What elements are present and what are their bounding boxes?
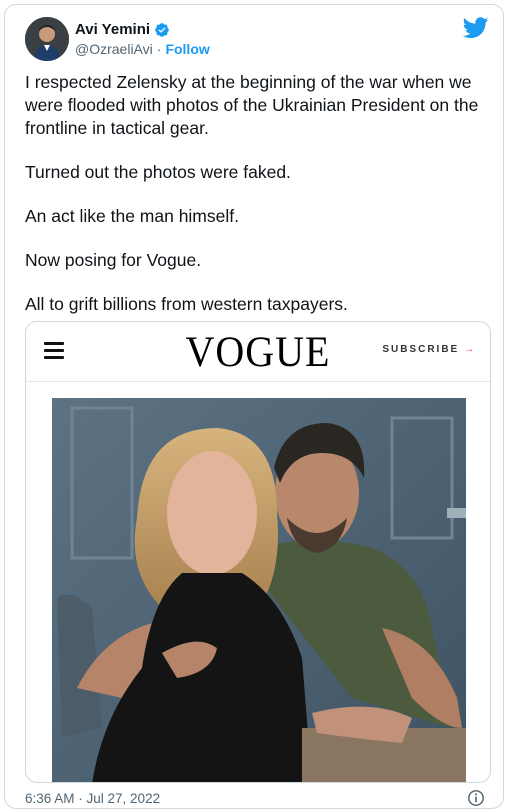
tweet-timestamp[interactable]: 6:36 AM · Jul 27, 2022	[25, 791, 160, 806]
tweet-paragraph: Now posing for Vogue.	[25, 250, 202, 270]
author-avatar[interactable]	[25, 17, 69, 61]
verified-badge-icon	[155, 22, 169, 37]
subscribe-label: SUBSCRIBE	[382, 344, 460, 355]
arrow-right-icon: →	[464, 344, 474, 355]
tweet-paragraph: An act like the man himself.	[25, 206, 239, 226]
author-handle[interactable]: @OzraeliAvi	[75, 41, 153, 57]
tweet-paragraph: All to grift billions from western taxpa…	[25, 294, 348, 314]
subscribe-link: SUBSCRIBE →	[382, 344, 474, 355]
tweet-media[interactable]: VOGUE SUBSCRIBE →	[25, 321, 491, 783]
vogue-cover-photo	[52, 398, 466, 782]
handle-separator: ·	[156, 41, 162, 57]
tweet-card[interactable]: Avi Yemini @OzraeliAvi · Follow I respec…	[4, 4, 504, 809]
tweet-paragraph: Turned out the photos were faked.	[25, 162, 291, 182]
twitter-bird-icon[interactable]	[463, 17, 489, 39]
info-circle-icon[interactable]	[467, 789, 485, 807]
tweet-text: I respected Zelensky at the beginning of…	[25, 71, 491, 337]
tweet-paragraph: I respected Zelensky at the beginning of…	[25, 72, 479, 138]
author-name[interactable]: Avi Yemini	[75, 21, 150, 38]
follow-button[interactable]: Follow	[165, 41, 209, 57]
vogue-header: VOGUE SUBSCRIBE →	[26, 322, 490, 382]
